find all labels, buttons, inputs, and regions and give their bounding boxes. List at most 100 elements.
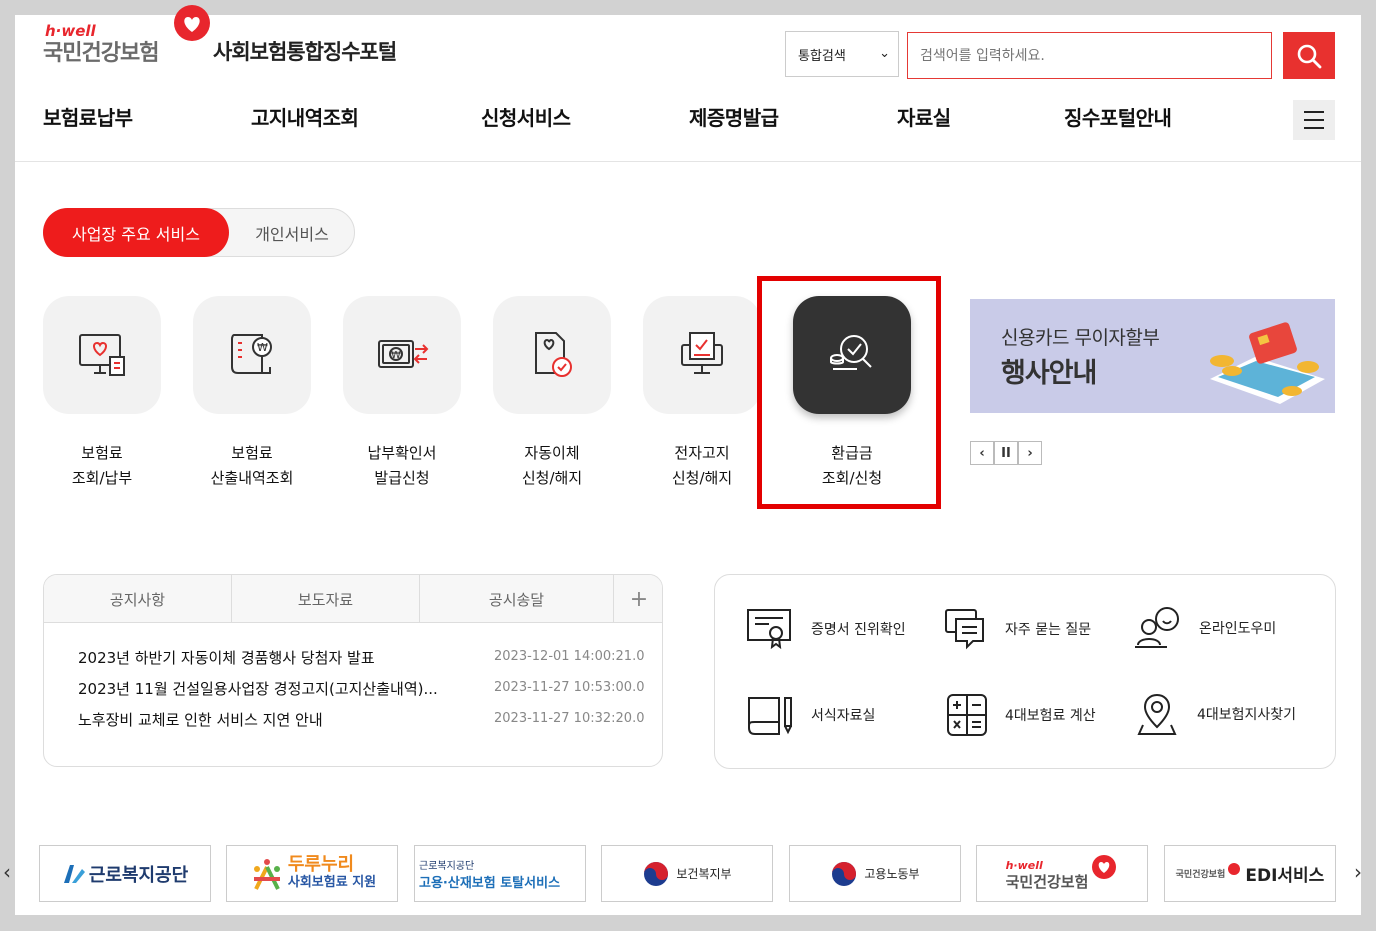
footer-banner-line1: 근로복지공단 [419,860,475,872]
won-transfer-icon: ₩ [378,340,429,368]
qs-label-line2: 산출내역조회 [210,469,294,487]
utility-label: 증명서 진위확인 [811,622,906,638]
gnb-item-application[interactable]: 신청서비스 [481,102,571,131]
durunuri-icon [253,858,280,890]
tab-notices[interactable]: 공지사항 [44,575,232,623]
notice-row-date: 2023-11-27 10:53:00.0 [494,680,645,695]
logo-name[interactable]: 국민건강보험 [43,35,159,67]
footer-banner-mohw[interactable]: 보건복지부 [601,845,773,902]
utility-label: 4대보험료 계산 [1005,708,1096,724]
utility-label: 온라인도우미 [1199,621,1277,637]
quick-service-label: 납부확인서 발급신청 [327,441,477,491]
utility-link-online-helper[interactable]: 온라인도우미 [1133,605,1313,651]
page: h·well 국민건강보험 사회보험통합징수포털 통합검색 ⌄ 보험료납부 고지… [3,5,1362,915]
document-won-icon: ₩ [231,334,272,374]
footer-banner-nhis[interactable]: h·well 국민건강보험 [976,845,1148,902]
location-pin-icon [1137,693,1177,735]
tab-press[interactable]: 보도자료 [232,575,420,623]
tab-public-notice[interactable]: 공시송달 [420,575,614,623]
footer-banner-durunuri[interactable]: 두루누리 사회보험료 지원 [226,845,398,902]
utility-link-certificate[interactable]: 증명서 진위확인 [745,607,935,651]
document-check-icon [535,332,572,377]
footer-banner-edi[interactable]: 국민건강보험 EDI서비스 [1164,845,1336,902]
quick-service-auto-transfer[interactable] [493,296,611,414]
notice-panel: 공지사항 보도자료 공시송달 + 2023년 하반기 자동이체 경품행사 당첨자… [43,574,663,767]
notice-row-date: 2023-11-27 10:32:20.0 [494,711,645,726]
notice-row-title[interactable]: 2023년 하반기 자동이체 경품행사 당첨자 발표 [78,647,375,668]
utility-link-premium-calc[interactable]: 4대보험료 계산 [945,692,1125,738]
qs-label-line2: 신청/해지 [521,469,583,487]
utility-label: 자주 묻는 질문 [1005,622,1092,638]
footer-banner-text: 고용노동부 [864,867,920,881]
logo-heart-icon [174,5,210,41]
search-input[interactable] [907,32,1272,79]
footer-banner-text: 보건복지부 [676,867,732,881]
qs-label-line2: 조회/신청 [821,469,883,487]
tab-personal-services[interactable]: 개인서비스 [229,208,355,257]
quick-service-e-notice[interactable] [643,296,761,414]
search-scope-select[interactable]: 통합검색 ⌄ [785,31,899,77]
qs-label-line1: 보험료 [231,444,273,462]
banner-prev-button[interactable]: ‹ [970,441,994,465]
footer-next-arrow[interactable]: › [1354,860,1362,884]
utility-link-forms[interactable]: 서식자료실 [745,692,935,738]
qs-label-line1: 보험료 [81,444,123,462]
quick-service-label: 환급금조회/신청 [777,441,927,491]
quick-service-premium-pay[interactable] [43,296,161,414]
quick-service-label: 전자고지 신청/해지 [627,441,777,491]
qs-label-line1: 납부확인서 [367,444,437,462]
footer-banner-kcomwel[interactable]: 근로복지공단 [39,845,211,902]
banner-pause-button[interactable]: II [994,441,1018,465]
certificate-icon [747,609,791,650]
hamburger-menu-button[interactable] [1293,100,1335,140]
utility-label: 서식자료실 [811,708,876,724]
search-button[interactable] [1283,32,1335,79]
footer-banner-line2: 고용·산재보험 토탈서비스 [419,875,561,891]
quick-service-label: 자동이체신청/해지 [477,441,627,491]
notice-tabs: 공지사항 보도자료 공시송달 + [44,575,662,623]
electronic-notice-icon [681,332,723,374]
footer-banner-line2: 사회보험료 지원 [287,874,377,890]
notice-row-title[interactable]: 2023년 11월 건설일용사업장 경정고지(고지산출내역)... [78,678,438,699]
utility-link-faq[interactable]: 자주 묻는 질문 [943,607,1123,651]
heart-logo-icon [1228,862,1241,875]
kcomwel-icon [63,864,85,883]
tab-business-services[interactable]: 사업장 주요 서비스 [43,208,229,257]
gnb-item-payment[interactable]: 보험료납부 [43,102,133,131]
quick-service-calc-detail[interactable]: ₩ [193,296,311,414]
utility-label: 4대보험지사찾기 [1197,707,1297,723]
gnb-item-library[interactable]: 자료실 [897,102,951,131]
qs-label-line1: 자동이체 [524,444,580,462]
qs-label-line2: 조회/납부 [71,469,133,487]
credit-card-phone-icon [1210,322,1325,404]
book-pen-icon [748,697,792,735]
footer-banner-moel[interactable]: 고용노동부 [789,845,961,902]
quick-service-label: 보험료산출내역조회 [177,441,327,491]
gnb-item-notice-inquiry[interactable]: 고지내역조회 [251,102,359,131]
portal-title: 사회보험통합징수포털 [213,40,397,64]
promo-banner[interactable]: 신용카드 무이자할부 행사안내 [970,299,1335,413]
utility-link-branch-finder[interactable]: 4대보험지사찾기 [1137,690,1327,738]
svg-text:₩: ₩ [391,350,401,361]
gnb-item-portal-guide[interactable]: 징수포털안내 [1064,102,1172,131]
footer-banner-text: 근로복지공단 [88,864,189,886]
quick-service-payment-confirm[interactable]: ₩ [343,296,461,414]
qs-label-line1: 환급금 [831,444,873,462]
search-icon [1297,44,1322,68]
footer-prev-arrow[interactable]: ‹ [3,860,11,884]
heart-logo-icon [1092,854,1117,879]
gnb-item-certificate[interactable]: 제증명발급 [689,102,779,131]
hamburger-icon [1304,111,1324,113]
chevron-left-icon: ‹ [979,445,985,461]
banner-title: 행사안내 [1001,358,1097,389]
qs-label-line1: 전자고지 [674,444,730,462]
banner-next-button[interactable]: › [1018,441,1042,465]
header-divider [15,161,1361,162]
notice-row-title[interactable]: 노후장비 교체로 인한 서비스 지연 안내 [78,709,323,730]
notice-row-date: 2023-12-01 14:00:21.0 [494,649,645,664]
taegeuk-icon [832,861,857,886]
quick-service-label: 보험료조회/납부 [27,441,177,491]
notice-more-button[interactable]: + [614,575,662,623]
footer-banner-total-service[interactable]: 근로복지공단 고용·산재보험 토탈서비스 [414,845,586,902]
monitor-heart-icon [79,334,125,376]
